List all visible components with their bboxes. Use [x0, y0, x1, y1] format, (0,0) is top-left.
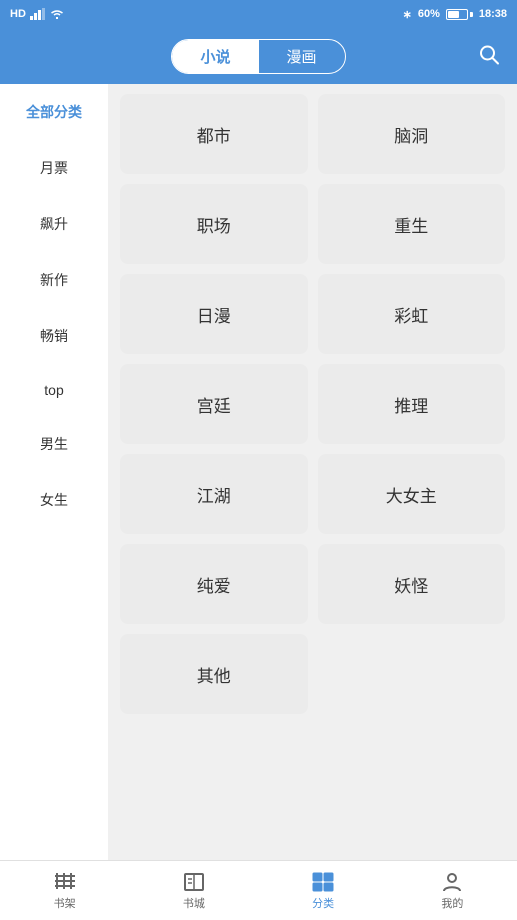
- mine-icon: [439, 871, 465, 893]
- category-row-4: 宫廷 推理: [120, 364, 505, 444]
- category-heroine[interactable]: 大女主: [318, 454, 506, 534]
- sidebar-item-female[interactable]: 女生: [0, 472, 108, 528]
- sidebar-item-bestseller[interactable]: 畅销: [0, 308, 108, 364]
- bluetooth-symbol: ∗: [403, 8, 412, 21]
- category-other[interactable]: 其他: [120, 634, 308, 714]
- status-bar: HD ∗ 60% 18:38: [0, 0, 517, 28]
- category-japanese[interactable]: 日漫: [120, 274, 308, 354]
- nav-category-label: 分类: [312, 895, 334, 911]
- bottom-nav: 书架 书城 分类: [0, 860, 517, 920]
- category-row-1: 都市 脑洞: [120, 94, 505, 174]
- nav-mine-label: 我的: [441, 895, 463, 911]
- status-right: ∗ 60% 18:38: [403, 8, 507, 21]
- bookstore-icon: [181, 871, 207, 893]
- sidebar-item-top[interactable]: top: [0, 364, 108, 416]
- category-row-7: 其他: [120, 634, 505, 714]
- status-left: HD: [10, 8, 64, 20]
- nav-bookstore-label: 书城: [183, 895, 205, 911]
- category-jianghu[interactable]: 江湖: [120, 454, 308, 534]
- nav-category[interactable]: 分类: [259, 871, 388, 911]
- nav-shelf-label: 书架: [54, 895, 76, 911]
- nav-shelf[interactable]: 书架: [0, 871, 129, 911]
- nav-mine[interactable]: 我的: [388, 871, 517, 911]
- category-monster[interactable]: 妖怪: [318, 544, 506, 624]
- battery-icon: [446, 9, 473, 20]
- sidebar-item-male[interactable]: 男生: [0, 416, 108, 472]
- category-icon: [310, 871, 336, 893]
- sidebar: 全部分类 月票 飙升 新作 畅销 top 男生 女生: [0, 84, 108, 860]
- tab-comic[interactable]: 漫画: [259, 40, 345, 73]
- category-grid: 都市 脑洞 职场 重生 日漫 彩虹 宫廷 推理 江湖 大女主 纯爱 妖怪 其他: [108, 84, 517, 860]
- hd-label: HD: [10, 8, 26, 20]
- category-brainhole[interactable]: 脑洞: [318, 94, 506, 174]
- category-rainbow[interactable]: 彩虹: [318, 274, 506, 354]
- search-button[interactable]: [477, 43, 501, 70]
- category-urban[interactable]: 都市: [120, 94, 308, 174]
- wifi-icon: [50, 8, 64, 20]
- category-workplace[interactable]: 职场: [120, 184, 308, 264]
- category-row-6: 纯爱 妖怪: [120, 544, 505, 624]
- shelf-icon: [52, 871, 78, 893]
- nav-bookstore[interactable]: 书城: [129, 871, 258, 911]
- tab-toggle: 小说 漫画: [171, 39, 345, 74]
- category-rebirth[interactable]: 重生: [318, 184, 506, 264]
- sidebar-item-rising[interactable]: 飙升: [0, 196, 108, 252]
- sidebar-item-monthly[interactable]: 月票: [0, 140, 108, 196]
- category-row-2: 职场 重生: [120, 184, 505, 264]
- category-purelove[interactable]: 纯爱: [120, 544, 308, 624]
- category-detective[interactable]: 推理: [318, 364, 506, 444]
- signal-icon: [30, 8, 46, 20]
- header: 小说 漫画: [0, 28, 517, 84]
- category-palace[interactable]: 宫廷: [120, 364, 308, 444]
- search-icon: [477, 43, 501, 67]
- sidebar-item-all[interactable]: 全部分类: [0, 84, 108, 140]
- category-row-3: 日漫 彩虹: [120, 274, 505, 354]
- time-display: 18:38: [479, 8, 507, 20]
- category-row-5: 江湖 大女主: [120, 454, 505, 534]
- battery-percent: 60%: [418, 8, 440, 20]
- content-area: 全部分类 月票 飙升 新作 畅销 top 男生 女生 都市 脑洞 职场 重生 日…: [0, 84, 517, 860]
- tab-novel[interactable]: 小说: [172, 40, 258, 73]
- sidebar-item-new[interactable]: 新作: [0, 252, 108, 308]
